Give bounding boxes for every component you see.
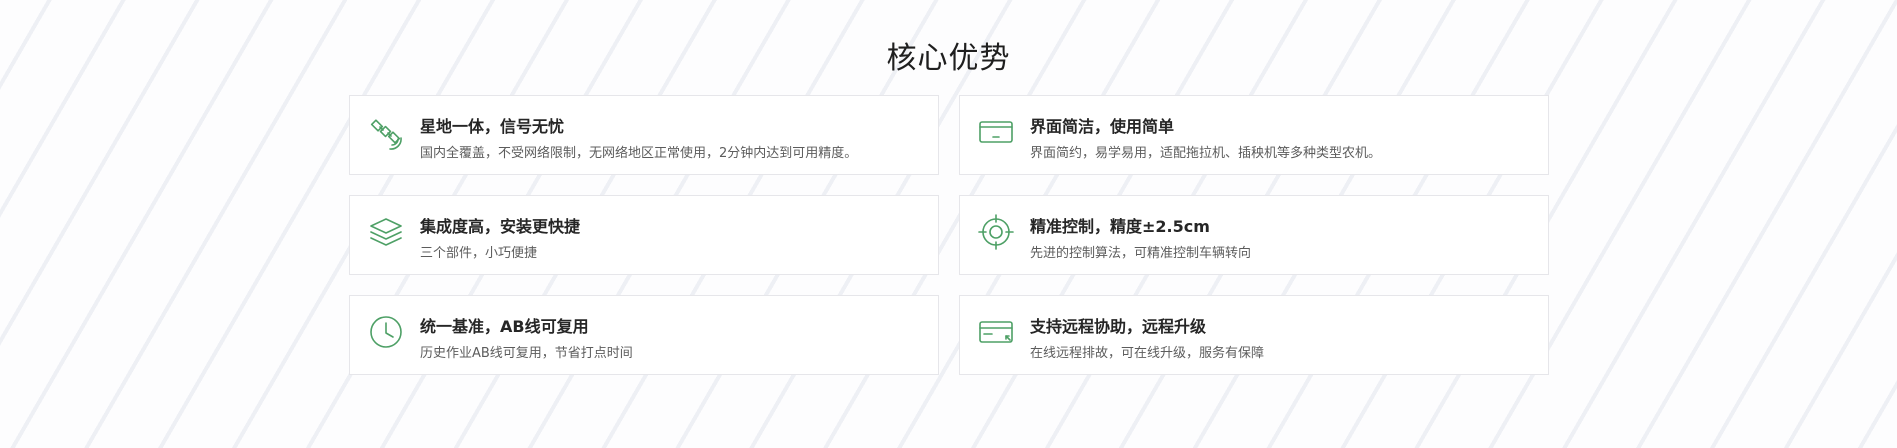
feature-desc: 界面简约，易学易用，适配拖拉机、插秧机等多种类型农机。 <box>1030 146 1382 161</box>
feature-title: 统一基准，AB线可复用 <box>420 317 589 336</box>
feature-card-remote: 支持远程协助，远程升级 在线远程排故，可在线升级，服务有保障 <box>959 295 1549 375</box>
feature-desc: 先进的控制算法，可精准控制车辆转向 <box>1030 246 1252 261</box>
feature-grid: 星地一体，信号无忧 国内全覆盖，不受网络限制，无网络地区正常使用，2分钟内达到可… <box>349 95 1549 375</box>
feature-card-integration: 集成度高，安装更快捷 三个部件，小巧便捷 <box>349 195 939 275</box>
feature-card-interface: 界面简洁，使用简单 界面简约，易学易用，适配拖拉机、插秧机等多种类型农机。 <box>959 95 1549 175</box>
feature-desc: 国内全覆盖，不受网络限制，无网络地区正常使用，2分钟内达到可用精度。 <box>420 146 858 161</box>
feature-desc: 在线远程排故，可在线升级，服务有保障 <box>1030 346 1265 361</box>
feature-desc: 历史作业AB线可复用，节省打点时间 <box>420 346 633 361</box>
feature-title: 支持远程协助，远程升级 <box>1030 317 1207 336</box>
feature-title: 集成度高，安装更快捷 <box>420 217 581 236</box>
remote-card-icon <box>978 314 1014 350</box>
section-title: 核心优势 <box>886 41 1011 76</box>
feature-title: 星地一体，信号无忧 <box>420 117 565 136</box>
feature-title: 精准控制，精度±2.5cm <box>1030 217 1210 236</box>
layers-icon <box>368 214 404 250</box>
feature-card-satellite: 星地一体，信号无忧 国内全覆盖，不受网络限制，无网络地区正常使用，2分钟内达到可… <box>349 95 939 175</box>
feature-card-baseline: 统一基准，AB线可复用 历史作业AB线可复用，节省打点时间 <box>349 295 939 375</box>
clock-icon <box>368 314 404 350</box>
satellite-icon <box>368 114 404 150</box>
screen-icon <box>978 114 1014 150</box>
feature-card-precision: 精准控制，精度±2.5cm 先进的控制算法，可精准控制车辆转向 <box>959 195 1549 275</box>
target-icon <box>978 214 1014 250</box>
feature-desc: 三个部件，小巧便捷 <box>420 246 538 261</box>
feature-title: 界面简洁，使用简单 <box>1030 117 1175 136</box>
